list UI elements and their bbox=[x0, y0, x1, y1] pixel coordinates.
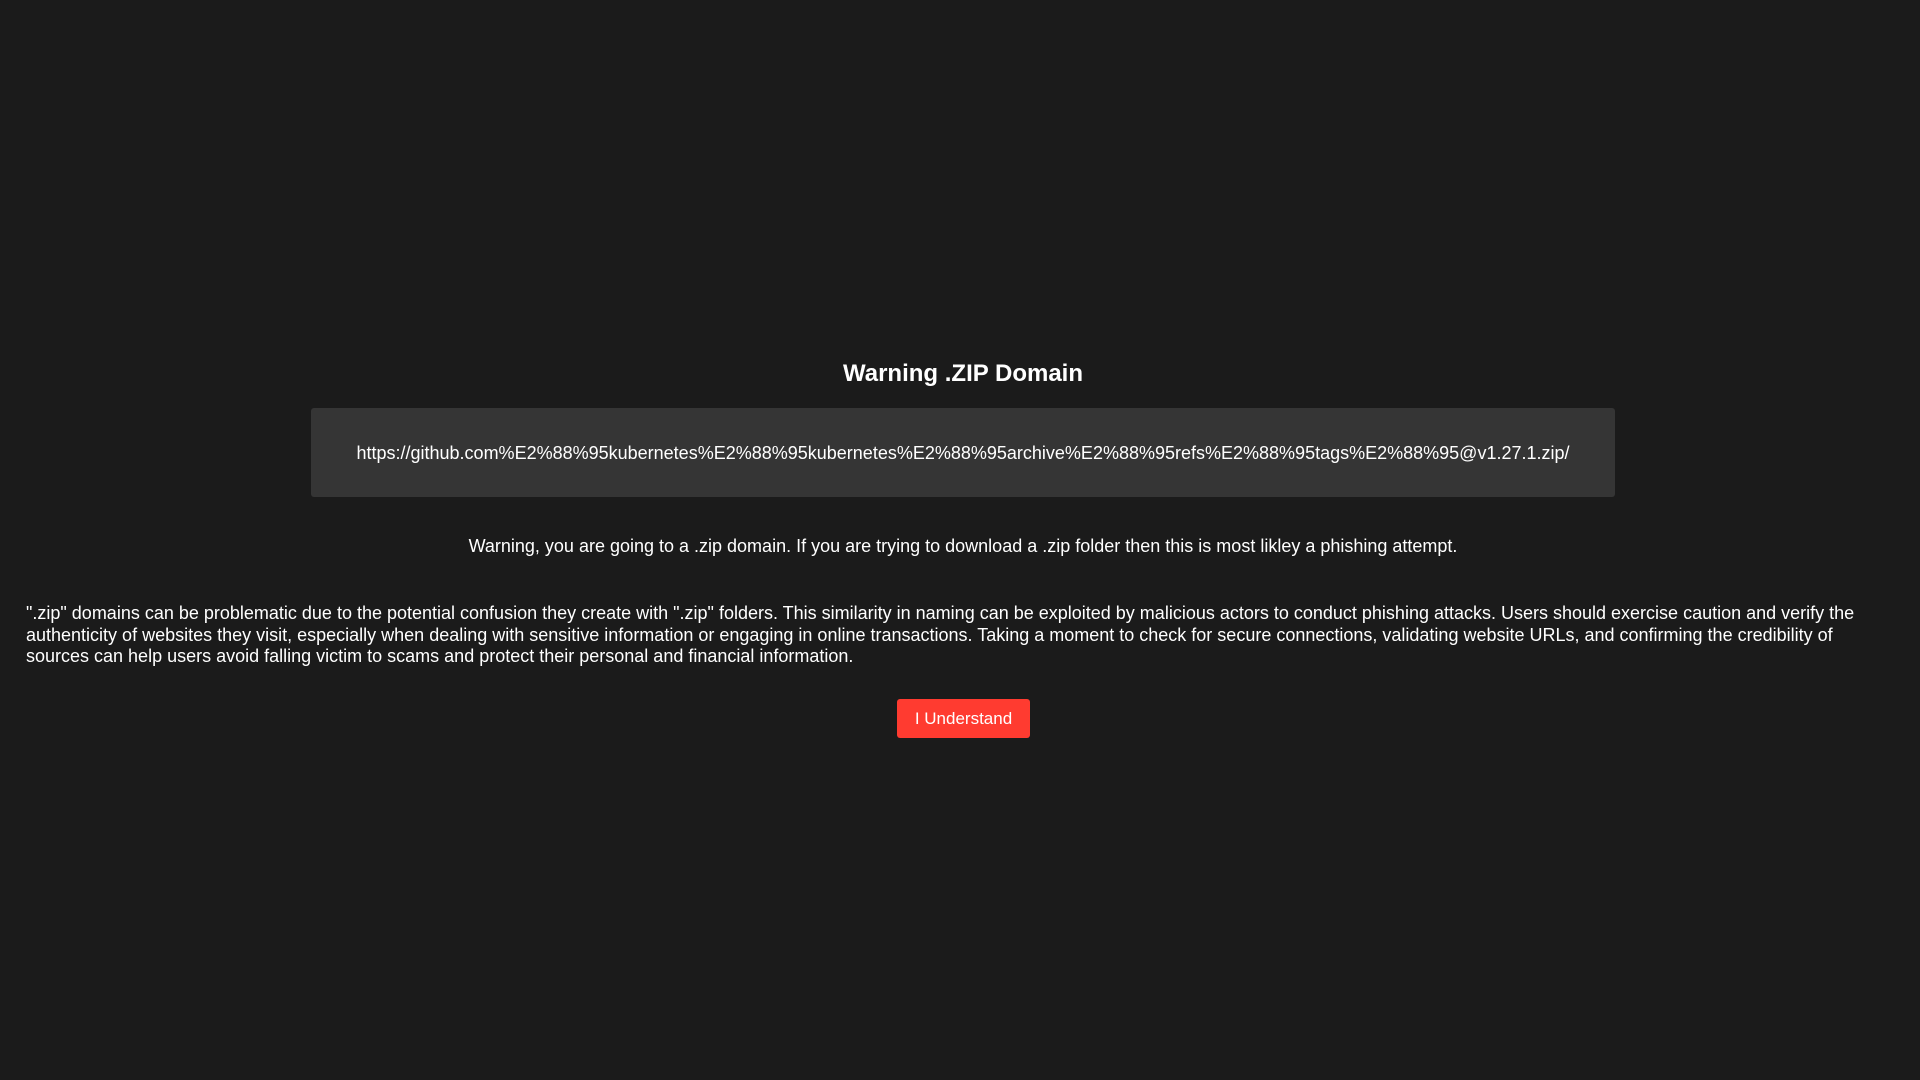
i-understand-button[interactable]: I Understand bbox=[897, 699, 1030, 738]
url-box: https://github.com%E2%88%95kubernetes%E2… bbox=[311, 408, 1615, 497]
zip-warning-page: Warning .ZIP Domain https://github.com%E… bbox=[0, 0, 1920, 1080]
warning-message: Warning, you are going to a .zip domain.… bbox=[468, 536, 1458, 556]
page-title: Warning .ZIP Domain bbox=[842, 360, 1083, 387]
explanation-text: ".zip" domains can be problematic due to… bbox=[26, 603, 1855, 666]
destination-url: https://github.com%E2%88%95kubernetes%E2… bbox=[356, 442, 1570, 463]
